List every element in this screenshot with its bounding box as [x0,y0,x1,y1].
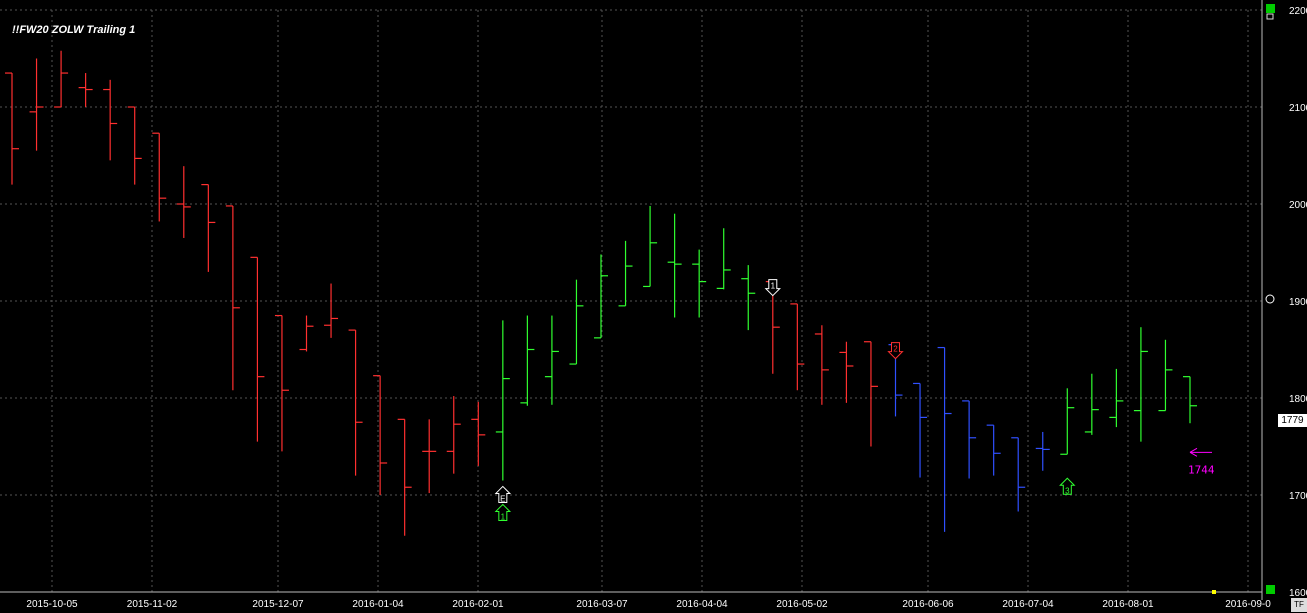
ohlc-bar [1183,376,1197,424]
ohlc-bar [569,279,584,365]
ohlc-bar [863,341,878,447]
ohlc-bar [962,400,977,479]
ohlc-bar [692,249,707,318]
x-tick-label: 2016-02-01 [452,599,504,610]
ohlc-bar [176,166,191,238]
ohlc-bar [495,320,510,481]
ohlc-bar [986,424,1001,476]
signal-label: 1 [501,512,506,521]
y-tick-label: 1700 [1289,491,1307,502]
axes: 22002100200019001800170016002015-10-0520… [0,0,1307,610]
x-tick-label: 2016-03-07 [576,599,628,610]
x-tick-label: 2015-11-02 [127,599,178,610]
ohlc-chart[interactable]: 1E1231744 220021002000190018001700160020… [0,0,1307,613]
y-tick-label: 2100 [1289,103,1307,114]
signal-group: 1 E 1 2 3 1744 [494,279,1215,521]
signal-label: E [500,494,505,503]
ohlc-bar [1035,431,1050,471]
ohlc-bar [152,132,167,222]
ohlc-bar [1133,327,1148,442]
y-tick-label: 1900 [1289,297,1307,308]
ohlc-bar [250,256,265,442]
signal-arrow: 3 [1059,477,1076,495]
timeframe-button[interactable]: TF [1291,598,1307,612]
x-tick-label: 2016-08-01 [1102,599,1154,610]
ohlc-bar [324,283,339,338]
price-level-marker [1265,294,1275,304]
ohlc-bar [5,72,19,185]
ohlc-bar [127,106,142,185]
x-tick-label: 2016-06-06 [902,599,954,610]
x-tick-label: 2015-12-07 [252,599,304,610]
x-tick-label: 2016-09-0 [1225,599,1271,610]
y-tick-label: 1800 [1289,394,1307,405]
ohlc-bar [299,315,314,352]
scale-handle-bottom [1266,585,1275,594]
ohlc-bar [225,205,240,391]
ohlc-bar [520,315,535,406]
bar-group [5,50,1197,536]
ohlc-bar [839,341,854,403]
price-annotation: 1744 [1188,447,1215,476]
ohlc-bar [1158,339,1173,412]
scale-handle-top [1266,4,1275,13]
ohlc-bar [373,375,388,495]
ohlc-bar [78,73,93,107]
ohlc-bar [201,184,216,272]
ohlc-bar [643,205,658,288]
ohlc-bar [274,314,289,452]
ohlc-bar [618,240,633,307]
y-tick-label: 2000 [1289,200,1307,211]
ohlc-bar [54,50,69,108]
signal-arrow: E [494,485,512,503]
scale-marker [1266,13,1274,20]
x-tick-label: 2016-07-04 [1002,599,1054,610]
ohlc-bar [397,418,412,536]
ohlc-bar [348,329,363,476]
y-tick-label: 2200 [1289,6,1307,17]
ohlc-bar [741,265,756,331]
ohlc-bar [937,346,952,532]
ohlc-bar [667,213,682,318]
signal-label: 1 [771,282,776,291]
ohlc-bar [103,79,118,161]
ohlc-bar [1060,388,1075,455]
x-tick-label: 2015-10-05 [26,599,78,610]
x-tick-label: 2016-05-02 [776,599,828,610]
grid [0,9,1262,593]
ohlc-bar [471,401,486,466]
signal-label: 2 [893,345,898,354]
ohlc-bar [716,228,731,290]
signal-label: 3 [1065,486,1070,495]
current-price-label: 1779 [1278,414,1307,427]
signal-arrow: 1 [494,503,512,521]
annotation-label: 1744 [1188,463,1215,476]
x-tick-label: 2016-01-04 [352,599,404,610]
x-tick-label: 2016-04-04 [676,599,728,610]
time-marker [1212,590,1216,594]
ohlc-bar [594,254,608,339]
ohlc-bar [446,396,461,474]
ohlc-bar [29,58,44,151]
ohlc-bar [544,315,559,405]
ohlc-bar [1011,437,1026,512]
ohlc-bar [1084,373,1099,435]
ohlc-bar [814,325,829,405]
ohlc-bar [422,419,437,494]
